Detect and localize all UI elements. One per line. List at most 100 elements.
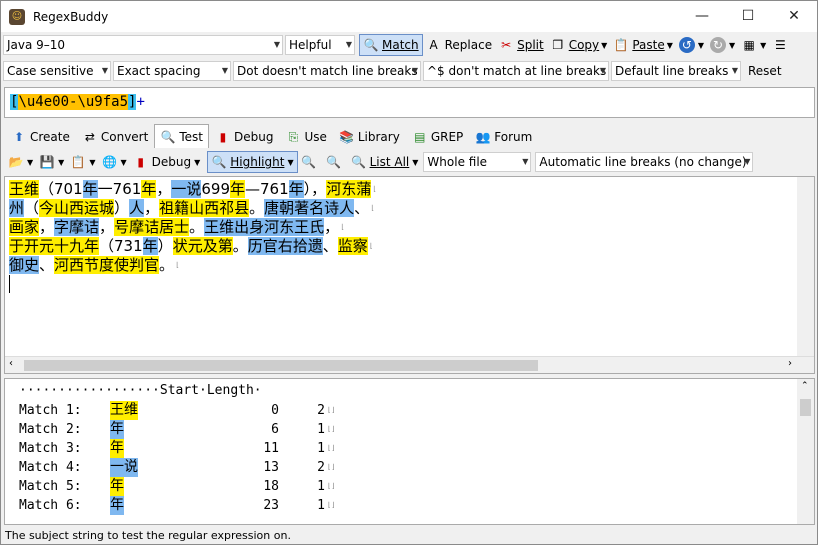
prev-match-button[interactable]: 🔍 [298, 151, 323, 173]
replace-button[interactable]: A Replace [423, 34, 495, 56]
flavor-select[interactable]: Java 9–10 ▼ [3, 35, 283, 55]
tab-debug[interactable]: ▮ Debug [209, 125, 279, 148]
anchors-select[interactable]: ^$ don't match at line breaks ▼ [423, 61, 609, 81]
create-icon: ⬆ [13, 129, 25, 144]
list-all-label: List All [369, 155, 410, 169]
match-start: 0 [271, 403, 279, 418]
flavor-value: Java 9–10 [7, 38, 66, 52]
subject-text-area[interactable]: 王维（701年一761年，一说699年—761年），河东蒲 ⌊ 州（今山西运城）人… [4, 176, 815, 374]
match-text: 一说 [110, 458, 138, 477]
subject-line: 州（今山西运城）人，祖籍山西祁县。唐朝著名诗人、 ⌊ [9, 199, 376, 218]
test-linebreaks-select[interactable]: Automatic line breaks (no change) ▼ [535, 152, 754, 172]
scroll-up-icon[interactable]: ⌃ [801, 381, 809, 391]
forward-arrow-icon: ↻ [710, 37, 727, 53]
close-icon[interactable]: ✕ [771, 1, 817, 32]
line-break-marker-icon: ⌊⌋ [327, 482, 336, 490]
case-select[interactable]: Case sensitive ▼ [3, 61, 111, 81]
paste-subject-button[interactable]: 📋 ▼ [67, 151, 98, 173]
tab-library[interactable]: 📚 Library [333, 125, 406, 148]
match-button[interactable]: 🔍 Match [359, 34, 423, 56]
subject-fragment: 。 [249, 199, 265, 217]
match-length: 1 [317, 422, 325, 437]
match-highlight: 年 [141, 180, 157, 198]
match-highlight: 州 [9, 199, 25, 217]
dot-select[interactable]: Dot doesn't match line breaks ▼ [233, 61, 421, 81]
line-break-marker-icon: ⌊ [369, 204, 375, 212]
match-highlight: 于开元十九年 [9, 237, 100, 255]
match-result-row[interactable]: Match 2: 年 6 1 ⌊⌋ [19, 420, 349, 439]
tab-create[interactable]: ⬆ Create [5, 125, 76, 148]
library-icon: 📚 [339, 129, 355, 144]
highlight-label: Highlight [230, 155, 285, 169]
match-result-row[interactable]: Match 4: 一说 13 2 ⌊⌋ [19, 458, 349, 477]
debug-icon: ▮ [219, 129, 227, 144]
subject-scroll-thumb[interactable] [24, 360, 538, 371]
match-length: 1 [317, 479, 325, 494]
match-text: 年 [110, 477, 124, 496]
match-highlight: 今山西运城 [39, 199, 115, 217]
match-start: 11 [263, 441, 279, 456]
subject-line: 御史、河西节度使判官。 ⌊ [9, 256, 376, 275]
scope-value: Whole file [427, 155, 488, 169]
linebreaks-select[interactable]: Default line breaks ▼ [611, 61, 741, 81]
use-icon: ⎘ [288, 129, 299, 144]
line-break-marker-icon: ⌊⌋ [327, 444, 336, 452]
debug-run-icon: ▮ [137, 155, 144, 169]
subject-fragment: ） [157, 237, 173, 255]
highlight-button[interactable]: 🔍 Highlight ▼ [207, 151, 298, 173]
save-button[interactable]: 💾 ▼ [36, 151, 67, 173]
scroll-left-icon[interactable]: ‹ [9, 358, 13, 369]
regex-input[interactable]: [\u4e00-\u9fa5]+ [4, 87, 815, 118]
line-break-marker-icon: ⌊ [367, 242, 373, 250]
match-result-row[interactable]: Match 3: 年 11 1 ⌊⌋ [19, 439, 349, 458]
reset-button[interactable]: Reset [745, 60, 785, 82]
debug-button[interactable]: ▮ Debug ▼ [130, 151, 204, 173]
web-button[interactable]: 🌐 ▼ [98, 151, 129, 173]
match-result-row[interactable]: Match 1: 王维 0 2 ⌊⌋ [19, 401, 349, 420]
subject-horizontal-scrollbar[interactable]: ‹ › [5, 356, 814, 373]
layout-button[interactable]: ▦ ▼ [738, 34, 769, 56]
subject-fragment: ， [39, 218, 55, 236]
replace-icon: A [429, 38, 438, 52]
minimize-icon[interactable]: — [679, 1, 725, 32]
menu-button[interactable]: ☰ [769, 34, 794, 56]
anchors-value: ^$ don't match at line breaks [427, 64, 607, 78]
tab-test[interactable]: 🔍 Test [154, 124, 209, 148]
match-text: 年 [110, 496, 124, 515]
maximize-icon[interactable]: ☐ [725, 1, 771, 32]
tab-use[interactable]: ⎘ Use [279, 125, 332, 148]
match-highlight: 年 [142, 237, 158, 255]
highlight-icon: 🔍 [211, 155, 227, 169]
match-result-row[interactable]: Match 5: 年 18 1 ⌊⌋ [19, 477, 349, 496]
back-button[interactable]: ↺ ▼ [676, 34, 707, 56]
list-all-button[interactable]: 🔍 List All ▼ [348, 151, 422, 173]
match-highlight: 唐朝著名诗人 [264, 199, 355, 217]
helper-value: Helpful [289, 38, 332, 52]
results-scroll-thumb[interactable] [800, 399, 811, 416]
subject-fragment: （731 [99, 237, 143, 255]
tab-grep[interactable]: ▤ GREP [406, 125, 469, 148]
split-button[interactable]: ✂ Split [495, 34, 547, 56]
tab-library-label: Library [357, 129, 400, 144]
forward-button[interactable]: ↻ ▼ [707, 34, 738, 56]
match-results-pane[interactable]: ··················Start·Length· Match 1:… [4, 378, 815, 525]
tab-use-label: Use [304, 129, 327, 144]
scroll-right-icon[interactable]: › [788, 358, 792, 369]
next-match-button[interactable]: 🔍 [323, 151, 348, 173]
match-highlight: 年 [288, 180, 304, 198]
spacing-select[interactable]: Exact spacing ▼ [113, 61, 231, 81]
results-vertical-scrollbar[interactable]: ⌃ [797, 379, 814, 524]
magnifier-icon: 🔍 [363, 38, 379, 52]
back-arrow-icon: ↺ [678, 37, 695, 53]
subject-vertical-scrollbar[interactable] [797, 177, 814, 357]
helper-select[interactable]: Helpful ▼ [285, 35, 355, 55]
paste-button[interactable]: 📋 Paste ▼ [610, 34, 676, 56]
match-highlight: 王维出身河东王氏 [204, 218, 325, 236]
tab-convert[interactable]: ⇄ Convert [76, 125, 154, 148]
match-result-row[interactable]: Match 6: 年 23 1 ⌊⌋ [19, 496, 349, 515]
open-file-button[interactable]: 📂 ▼ [5, 151, 36, 173]
copy-button[interactable]: ❐ Copy ▼ [547, 34, 611, 56]
scope-select[interactable]: Whole file ▼ [423, 152, 532, 172]
line-break-marker-icon: ⌊⌋ [327, 406, 336, 414]
tab-forum[interactable]: 👥 Forum [469, 125, 538, 148]
